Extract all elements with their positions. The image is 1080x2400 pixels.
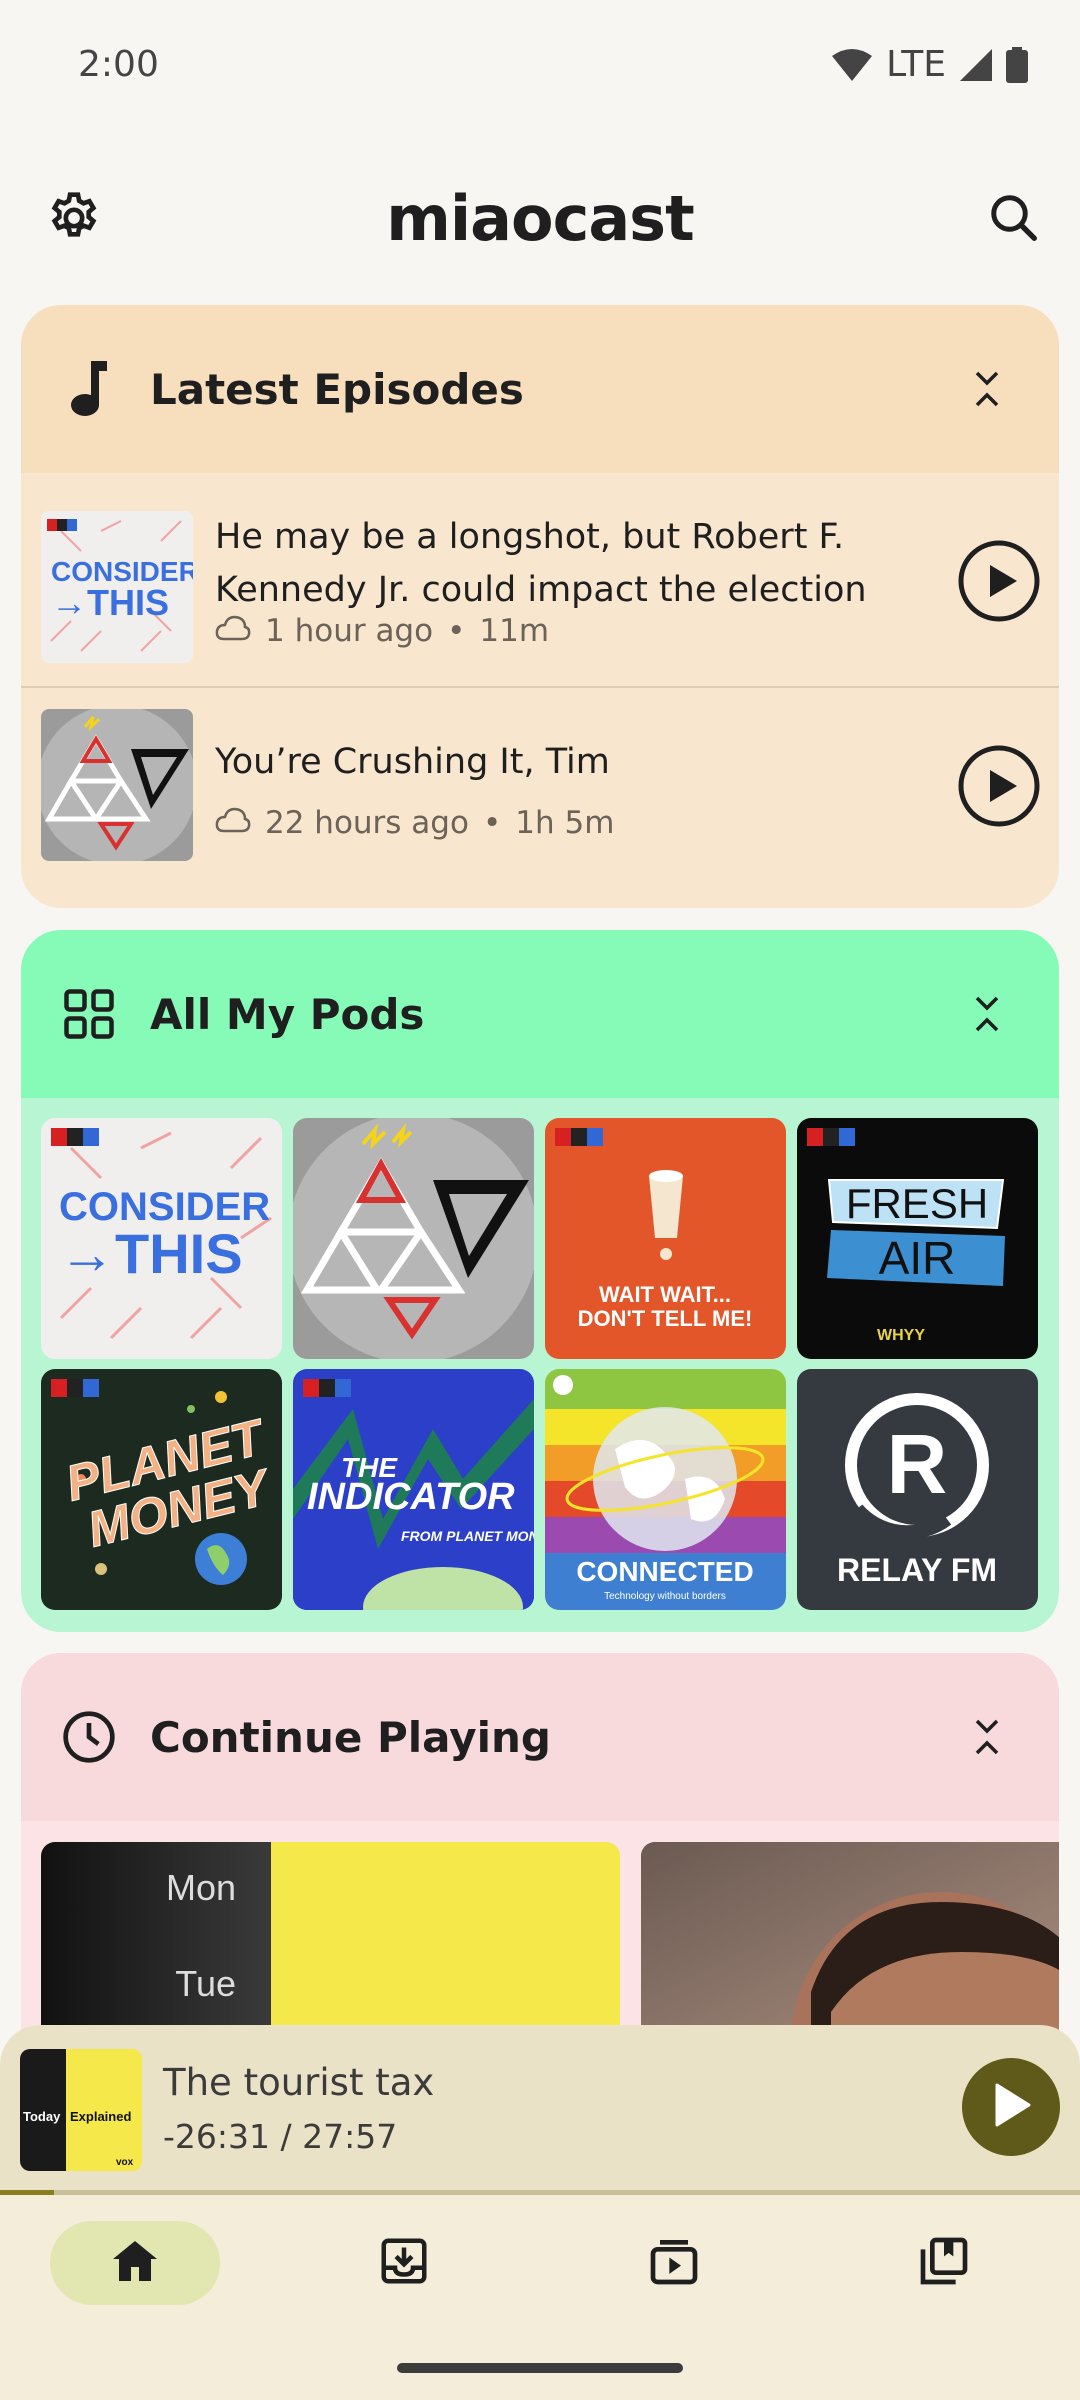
playlist-icon [646, 2233, 702, 2293]
music-note-icon [57, 357, 121, 421]
latest-episodes-header[interactable]: Latest Episodes [21, 305, 1059, 473]
episode-title: He may be a longshot, but Robert F. Kenn… [215, 517, 867, 610]
episode-row[interactable]: You’re Crushing It, Tim 22 hours ago • 1… [21, 686, 1059, 888]
podcast-tile-the-indicator[interactable]: THE INDICATOR FROM PLANET MONEY [293, 1369, 534, 1610]
all-my-pods-card: All My Pods CONSIDER →THIS WAIT WAIT... … [21, 930, 1059, 1632]
latest-episodes-title: Latest Episodes [150, 364, 524, 414]
play-icon [991, 2083, 1031, 2131]
all-my-pods-header[interactable]: All My Pods [21, 930, 1059, 1098]
svg-text:→THIS: →THIS [59, 1222, 243, 1285]
episode-duration: 1h 5m [515, 805, 615, 841]
podcast-tile-planet-money[interactable]: PLANET MONEY [41, 1369, 282, 1610]
home-icon [111, 2237, 159, 2289]
clock-icon [57, 1705, 121, 1769]
svg-text:DON'T TELL ME!: DON'T TELL ME! [578, 1306, 753, 1331]
episode-age: 22 hours ago [265, 805, 469, 841]
svg-text:RELAY FM: RELAY FM [837, 1552, 997, 1588]
podcast-tile-connected[interactable]: CONNECTED Technology without borders [545, 1369, 786, 1610]
grid-icon [57, 982, 121, 1046]
wifi-icon [832, 48, 873, 82]
collapse-icon[interactable] [955, 1705, 1019, 1769]
episode-title: You’re Crushing It, Tim [215, 742, 610, 782]
svg-text:WAIT WAIT...: WAIT WAIT... [599, 1282, 731, 1307]
svg-text:CONNECTED: CONNECTED [576, 1556, 753, 1587]
episode-meta: 22 hours ago • 1h 5m [215, 805, 614, 841]
collapse-icon[interactable] [955, 982, 1019, 1046]
episode-artwork: CONSIDER →THIS [41, 511, 193, 663]
search-icon [987, 191, 1041, 249]
svg-text:vox: vox [116, 2157, 134, 2168]
play-button[interactable] [957, 539, 1041, 623]
status-bar: 2:00 LTE [0, 0, 1080, 135]
continue-item-artwork[interactable]: Mon Tue [41, 1842, 620, 2033]
svg-text:AIR: AIR [879, 1232, 956, 1284]
gesture-handle [397, 2363, 683, 2373]
podcast-tile-relay-fm[interactable]: R RELAY FM [797, 1369, 1038, 1610]
now-playing-time: -26:31 / 27:57 [163, 2117, 398, 2156]
collapse-icon[interactable] [955, 357, 1019, 421]
all-my-pods-title: All My Pods [150, 989, 425, 1039]
cloud-icon [215, 613, 251, 649]
app-bar: miaocast [0, 170, 1080, 270]
episode-meta: 1 hour ago • 11m [215, 613, 549, 649]
mini-play-button[interactable] [962, 2058, 1060, 2156]
continue-playing-title: Continue Playing [150, 1712, 551, 1762]
podcast-tile-wait-wait[interactable]: WAIT WAIT... DON'T TELL ME! [545, 1118, 786, 1359]
library-icon [916, 2233, 972, 2293]
podcast-tile-triangle[interactable] [293, 1118, 534, 1359]
now-playing-artwork: Today Explained vox [20, 2049, 142, 2171]
episode-age: 1 hour ago [265, 613, 434, 649]
continue-playing-header[interactable]: Continue Playing [21, 1653, 1059, 1821]
podcast-tile-fresh-air[interactable]: FRESH AIR WHYY [797, 1118, 1038, 1359]
nav-downloads[interactable] [319, 2221, 489, 2305]
svg-text:Technology without borders: Technology without borders [604, 1591, 726, 1602]
svg-text:Explained: Explained [70, 2109, 131, 2124]
nav-library[interactable] [859, 2221, 1029, 2305]
play-button[interactable] [957, 744, 1041, 828]
svg-text:FRESH: FRESH [846, 1180, 988, 1227]
now-playing-title: The tourist tax [163, 2061, 435, 2104]
play-circle-icon [957, 745, 1041, 832]
episode-artwork [41, 709, 193, 861]
play-circle-icon [957, 540, 1041, 627]
mini-player[interactable]: Today Explained vox The tourist tax -26:… [0, 2025, 1080, 2192]
episode-duration: 11m [479, 613, 550, 649]
search-button[interactable] [974, 180, 1054, 260]
status-time: 2:00 [78, 44, 159, 85]
battery-icon [1006, 46, 1028, 83]
podcast-grid: CONSIDER →THIS WAIT WAIT... DON'T TELL M… [41, 1118, 1038, 1610]
status-icons: LTE [832, 44, 1028, 85]
signal-icon [960, 48, 992, 82]
svg-text:R: R [887, 1417, 948, 1511]
svg-text:Today: Today [23, 2109, 61, 2124]
latest-episodes-card: Latest Episodes CONSIDER →THIS He may be… [21, 305, 1059, 908]
svg-text:INDICATOR: INDICATOR [307, 1476, 515, 1518]
svg-text:WHYY: WHYY [877, 1327, 925, 1344]
svg-text:Mon: Mon [166, 1867, 236, 1908]
app-title: miaocast [386, 182, 694, 255]
svg-text:→THIS: →THIS [51, 582, 169, 623]
svg-text:Tue: Tue [175, 1963, 236, 2004]
network-type: LTE [886, 44, 946, 85]
nav-home[interactable] [50, 2221, 220, 2305]
svg-text:FROM PLANET MONEY: FROM PLANET MONEY [401, 1528, 534, 1544]
episode-row[interactable]: CONSIDER →THIS He may be a longshot, but… [21, 473, 1059, 686]
continue-item-artwork[interactable] [641, 1842, 1059, 2033]
continue-playing-card: Continue Playing Mon Tue [21, 1653, 1059, 2033]
cloud-icon [215, 805, 251, 841]
download-icon [377, 2234, 431, 2292]
podcast-tile-consider-this[interactable]: CONSIDER →THIS [41, 1118, 282, 1359]
nav-queue[interactable] [589, 2221, 759, 2305]
